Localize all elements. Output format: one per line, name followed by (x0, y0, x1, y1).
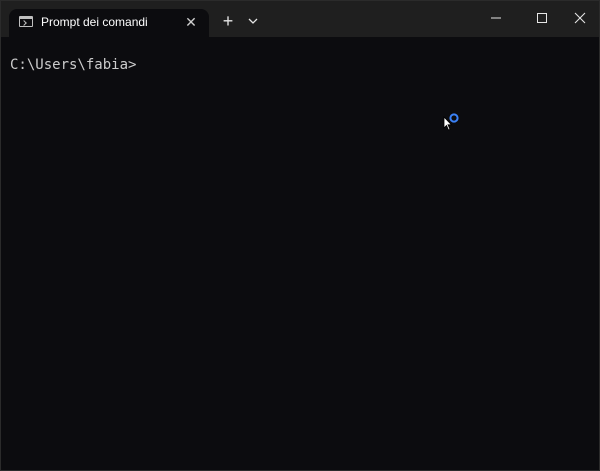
command-prompt-line[interactable]: C:\Users\fabia> (10, 57, 136, 73)
tab-prompt-dei-comandi[interactable]: Prompt dei comandi ✕ (9, 9, 209, 37)
close-window-button[interactable] (565, 7, 595, 29)
tab-dropdown-button[interactable] (245, 13, 261, 29)
minimize-button[interactable] (481, 7, 511, 29)
title-bar[interactable]: Prompt dei comandi ✕ + (1, 1, 599, 37)
maximize-icon (537, 13, 547, 23)
busy-cursor (443, 112, 463, 134)
tab-title: Prompt dei comandi (41, 15, 148, 29)
maximize-button[interactable] (527, 7, 557, 29)
minimize-icon (491, 17, 501, 19)
terminal-icon (19, 16, 33, 27)
close-icon (574, 12, 586, 24)
new-tab-button[interactable]: + (219, 11, 237, 31)
busy-pointer-icon (443, 113, 459, 131)
terminal-window: Prompt dei comandi ✕ + C:\Users\fabia> (0, 0, 600, 471)
tab-close-button[interactable]: ✕ (183, 14, 199, 30)
chevron-down-icon (248, 18, 258, 24)
